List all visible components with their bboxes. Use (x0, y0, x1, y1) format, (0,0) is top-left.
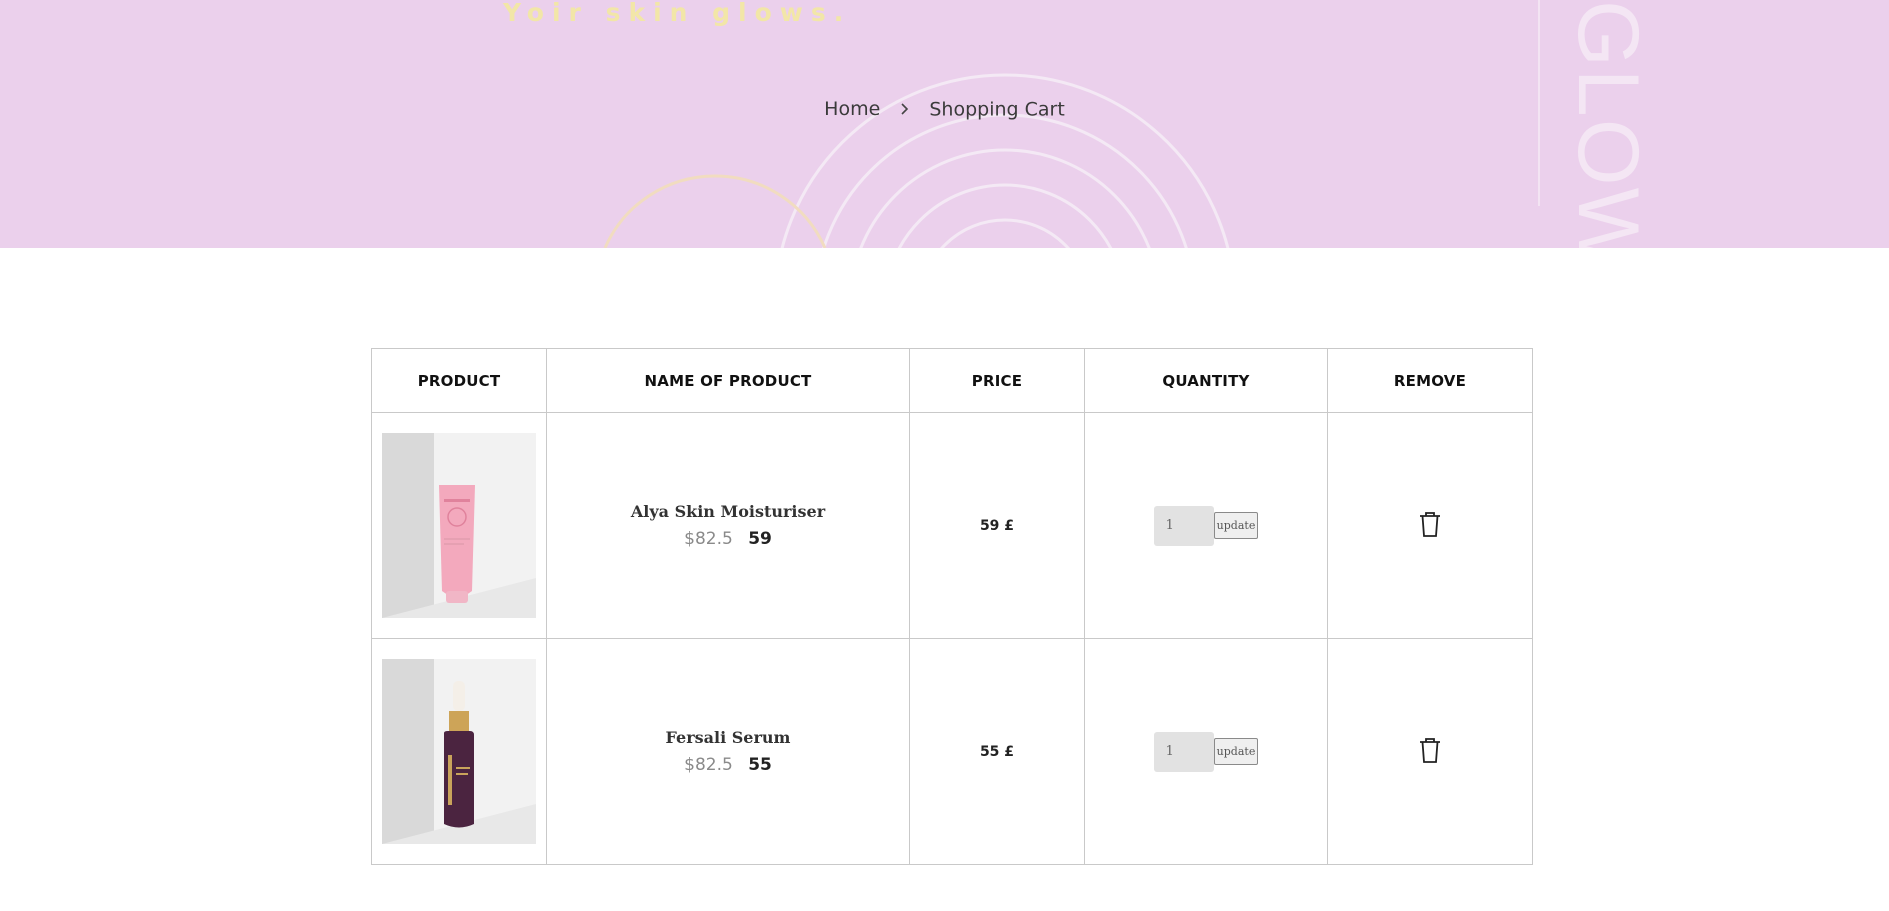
new-price: 59 (748, 529, 772, 549)
quantity-control: update (1153, 505, 1259, 546)
quantity-input[interactable] (1153, 505, 1214, 546)
breadcrumb: Home Shopping Cart (0, 98, 1889, 121)
product-image-cell (371, 412, 547, 639)
quantity-input[interactable] (1153, 731, 1214, 772)
price-cell: 59 £ (909, 412, 1085, 639)
header-price: PRICE (909, 348, 1085, 413)
hero-tagline: Yoir skin glows. (503, 0, 852, 27)
product-name-cell: Alya Skin Moisturiser $82.5 59 (546, 412, 910, 639)
new-price: 55 (748, 755, 772, 775)
product-image-cell (371, 638, 547, 865)
product-name[interactable]: Alya Skin Moisturiser (547, 502, 909, 521)
header-product: PRODUCT (371, 348, 547, 413)
table-header-row: PRODUCT NAME OF PRODUCT PRICE QUANTITY R… (371, 348, 1533, 413)
product-name[interactable]: Fersali Serum (547, 728, 909, 747)
hero-vertical-text: GLOW (1568, 0, 1648, 248)
purple-serum-bottle[interactable] (382, 659, 536, 844)
pink-moisturiser-tube[interactable] (382, 433, 536, 618)
trash-icon[interactable] (1417, 736, 1443, 764)
product-prices: $82.5 59 (547, 529, 909, 549)
cart-table-wrapper: PRODUCT NAME OF PRODUCT PRICE QUANTITY R… (371, 348, 1533, 865)
header-name-of-product: NAME OF PRODUCT (546, 348, 910, 413)
header-remove: REMOVE (1327, 348, 1533, 413)
breadcrumb-home-link[interactable]: Home (824, 98, 880, 120)
old-price: $82.5 (684, 529, 733, 549)
remove-cell (1327, 412, 1533, 639)
product-name-cell: Fersali Serum $82.5 55 (546, 638, 910, 865)
update-button[interactable]: update (1213, 512, 1259, 539)
quantity-cell: update (1084, 412, 1328, 639)
header-quantity: QUANTITY (1084, 348, 1328, 413)
remove-cell (1327, 638, 1533, 865)
chevron-right-icon (900, 101, 909, 119)
old-price: $82.5 (684, 755, 733, 775)
page-hero: Yoir skin glows. GLOW Home Shopping Cart (0, 0, 1889, 248)
cart-table: PRODUCT NAME OF PRODUCT PRICE QUANTITY R… (371, 348, 1533, 865)
price-cell: 55 £ (909, 638, 1085, 865)
table-row: Fersali Serum $82.5 55 55 £ update (371, 638, 1533, 865)
table-row: Alya Skin Moisturiser $82.5 59 59 £ upda… (371, 412, 1533, 639)
product-prices: $82.5 55 (547, 755, 909, 775)
quantity-cell: update (1084, 638, 1328, 865)
update-button[interactable]: update (1213, 738, 1259, 765)
breadcrumb-current: Shopping Cart (929, 98, 1065, 121)
quantity-control: update (1153, 731, 1259, 772)
trash-icon[interactable] (1417, 510, 1443, 538)
